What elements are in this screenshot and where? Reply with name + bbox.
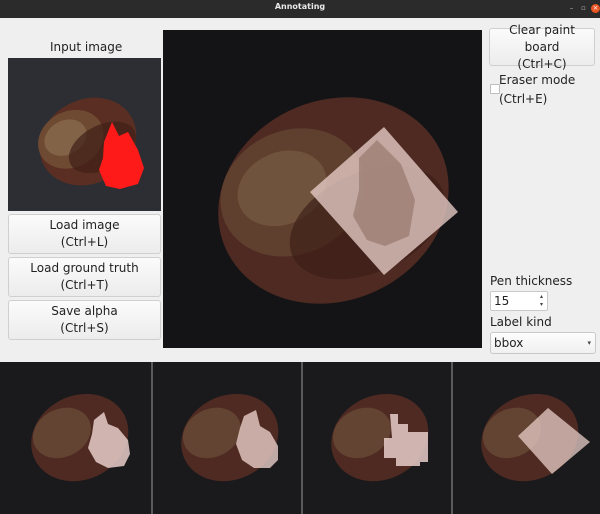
- label-kind-label: Label kind: [490, 315, 552, 329]
- chevron-down-icon: ▾: [587, 339, 591, 347]
- label-kind-select[interactable]: bbox ▾: [490, 332, 596, 354]
- save-alpha-shortcut: (Ctrl+S): [60, 321, 109, 335]
- paint-board-image: [163, 30, 482, 348]
- clear-board-label: Clear paint board: [509, 22, 575, 54]
- save-alpha-label: Save alpha: [51, 304, 118, 318]
- pen-thickness-value[interactable]: 15: [494, 294, 509, 308]
- title-bar: Annotating – ▫ ×: [0, 0, 600, 18]
- load-ground-truth-label: Load ground truth: [30, 261, 139, 275]
- load-image-shortcut: (Ctrl+L): [60, 235, 109, 249]
- save-alpha-button[interactable]: Save alpha (Ctrl+S): [8, 300, 161, 340]
- load-ground-truth-shortcut: (Ctrl+T): [60, 278, 109, 292]
- paint-board-canvas[interactable]: [163, 30, 482, 348]
- maximize-icon[interactable]: ▫: [579, 4, 588, 13]
- input-image-preview: [8, 58, 161, 211]
- clear-board-shortcut: (Ctrl+C): [517, 56, 567, 71]
- label-kind-value: bbox: [494, 336, 524, 350]
- pen-thickness-label: Pen thickness: [490, 274, 573, 288]
- results-strip: [0, 362, 600, 514]
- load-image-button[interactable]: Load image (Ctrl+L): [8, 214, 161, 254]
- eraser-mode-label[interactable]: Eraser mode: [499, 73, 575, 87]
- minimize-icon[interactable]: –: [567, 4, 576, 13]
- pen-thickness-spinbox[interactable]: 15 ▴ ▾: [490, 291, 548, 311]
- close-icon[interactable]: ×: [591, 4, 600, 13]
- result-previews: [0, 362, 600, 514]
- input-hazelnut-image: [8, 58, 161, 211]
- spin-arrows-icon[interactable]: ▴ ▾: [538, 293, 545, 309]
- load-image-label: Load image: [49, 218, 120, 232]
- eraser-mode-shortcut: (Ctrl+E): [499, 92, 548, 106]
- clear-paint-board-button[interactable]: Clear paint board (Ctrl+C): [489, 23, 595, 71]
- load-ground-truth-button[interactable]: Load ground truth (Ctrl+T): [8, 257, 161, 297]
- window-title: Annotating: [274, 2, 326, 11]
- input-image-label: Input image: [50, 40, 123, 54]
